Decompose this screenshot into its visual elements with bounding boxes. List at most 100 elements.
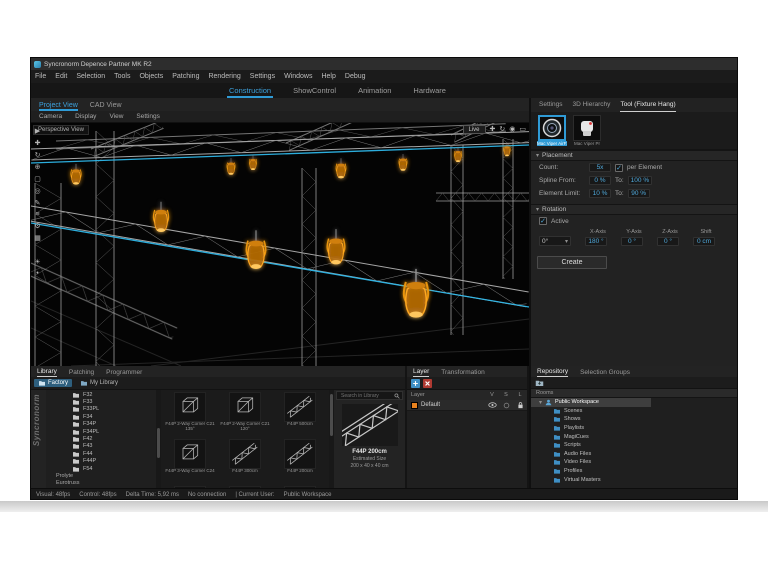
tab-layer[interactable]: Layer xyxy=(413,368,430,377)
draw-tool-icon[interactable]: ✎ xyxy=(35,199,41,207)
count-field[interactable]: 5x xyxy=(589,163,611,172)
repo-item[interactable]: Video Files xyxy=(531,458,737,467)
tab-showcontrol[interactable]: ShowControl xyxy=(291,84,338,98)
menu-file[interactable]: File xyxy=(35,73,46,80)
tree-item[interactable]: F34P xyxy=(46,421,156,428)
tab-patching[interactable]: Patching xyxy=(69,369,94,377)
tree-item[interactable]: F44P xyxy=(46,458,156,465)
menu-patching[interactable]: Patching xyxy=(172,73,199,80)
tab-hardware[interactable]: Hardware xyxy=(411,84,448,98)
add-layer-button[interactable] xyxy=(411,378,420,388)
y-axis-field[interactable]: 0 ° xyxy=(621,236,643,246)
tab-construction[interactable]: Construction xyxy=(227,84,274,98)
viewport-3d-scene[interactable] xyxy=(31,123,529,366)
library-item[interactable]: F44P 2-Way Corner C21 135° xyxy=(163,392,217,438)
repo-item[interactable]: Profiles xyxy=(531,467,737,476)
tree-item[interactable]: F43 xyxy=(46,443,156,450)
tree-item[interactable]: F32 xyxy=(46,391,156,398)
library-search[interactable] xyxy=(336,391,403,400)
limit-from-field[interactable]: 10 % xyxy=(589,189,611,198)
delete-layer-button[interactable] xyxy=(423,378,432,388)
layer-row[interactable]: Default xyxy=(407,400,527,411)
tree-item[interactable]: F33PL xyxy=(46,406,156,413)
menu-help[interactable]: Help xyxy=(321,73,335,80)
selectable-toggle[interactable] xyxy=(499,402,513,409)
factory-source-button[interactable]: Factory xyxy=(34,379,73,387)
gear-tool-icon[interactable]: ⚙ xyxy=(34,222,40,230)
subtab-settings[interactable]: Settings xyxy=(136,113,160,120)
library-item[interactable]: F44P 200cm xyxy=(273,439,327,485)
repo-item[interactable]: Audio Files xyxy=(531,450,737,459)
menu-objects[interactable]: Objects xyxy=(139,73,163,80)
pan-icon[interactable]: ✚ xyxy=(490,126,496,134)
tree-item[interactable]: F33 xyxy=(46,398,156,405)
repo-item[interactable]: MagiCues xyxy=(531,432,737,441)
placement-section-header[interactable]: ▾ Placement xyxy=(531,150,737,161)
measure-tool-icon[interactable]: ≡ xyxy=(35,211,39,218)
grid-scrollbar[interactable] xyxy=(329,390,334,488)
menu-rendering[interactable]: Rendering xyxy=(208,73,240,80)
orbit-icon[interactable]: ↻ xyxy=(499,126,505,134)
tab-selection-groups[interactable]: Selection Groups xyxy=(580,369,630,377)
tab-repository[interactable]: Repository xyxy=(537,368,569,377)
viewport-3d[interactable]: Perspective View Live ✚ ↻ ◉ ▭ ▶ ✚ ↻ ⊕ ▢ … xyxy=(31,123,529,366)
lamp-icon[interactable]: ◉ xyxy=(509,126,515,134)
rotation-preset-dropdown[interactable]: 0° ▾ xyxy=(539,236,571,246)
library-item[interactable]: F44P 500cm xyxy=(273,392,327,438)
repo-item[interactable]: Shows xyxy=(531,415,737,424)
import-workspace-icon[interactable] xyxy=(535,379,544,387)
tree-category[interactable]: Eurotruss xyxy=(46,480,156,487)
move-tool-icon[interactable]: ✚ xyxy=(35,139,41,147)
rotation-active-checkbox[interactable]: ✓ xyxy=(539,217,547,225)
mylibrary-source-button[interactable]: My Library xyxy=(76,379,122,387)
fixture-thumb-2[interactable]: Mac Viper Pr xyxy=(572,115,602,146)
layer-color-swatch[interactable] xyxy=(411,401,418,409)
repo-item[interactable]: Virtual Masters xyxy=(531,475,737,484)
workspace-root-row[interactable]: ▾ Public Workspace xyxy=(531,398,651,407)
rotation-section-header[interactable]: ▾ Rotation xyxy=(531,204,737,215)
tab-tool-fixture-hang[interactable]: Tool (Fixture Hang) xyxy=(620,101,676,112)
brightness-icon[interactable]: ☀ xyxy=(34,258,40,266)
tab-animation[interactable]: Animation xyxy=(356,84,393,98)
repo-item[interactable]: Scenes xyxy=(531,407,737,416)
subtab-display[interactable]: Display xyxy=(75,113,96,120)
create-button[interactable]: Create xyxy=(537,256,607,269)
library-item[interactable]: F44P 2-Way Corner C21 120° xyxy=(218,392,272,438)
spline-from-field[interactable]: 0 % xyxy=(589,176,611,185)
menu-selection[interactable]: Selection xyxy=(76,73,105,80)
lock-toggle[interactable] xyxy=(513,401,527,409)
subtab-view[interactable]: View xyxy=(109,113,123,120)
add-object-icon[interactable]: ⊕ xyxy=(35,163,41,171)
menu-windows[interactable]: Windows xyxy=(284,73,312,80)
fixture-thumb-1[interactable]: Mac Viper AirFX xyxy=(537,115,567,146)
search-input[interactable] xyxy=(339,391,392,400)
library-item[interactable]: F44P 300cm xyxy=(218,439,272,485)
z-axis-field[interactable]: 0 ° xyxy=(657,236,679,246)
tab-3d-hierarchy[interactable]: 3D Hierarchy xyxy=(573,101,611,112)
tab-project-view[interactable]: Project View xyxy=(39,102,78,111)
repo-item[interactable]: Playlists xyxy=(531,424,737,433)
tab-library[interactable]: Library xyxy=(37,368,57,377)
shift-field[interactable]: 0 cm xyxy=(693,236,715,246)
x-axis-field[interactable]: 180 ° xyxy=(585,236,607,246)
menu-tools[interactable]: Tools xyxy=(114,73,130,80)
subtab-camera[interactable]: Camera xyxy=(39,113,62,120)
menu-edit[interactable]: Edit xyxy=(55,73,67,80)
box-tool-icon[interactable]: ▢ xyxy=(34,175,41,183)
camera-tool-icon[interactable]: ◎ xyxy=(34,187,40,195)
library-item[interactable]: F44P 3-Way Corner C24 xyxy=(163,439,217,485)
select-tool-icon[interactable]: ▶ xyxy=(35,127,40,135)
tab-transformation[interactable]: Transformation xyxy=(441,369,484,377)
spline-to-field[interactable]: 100 % xyxy=(627,176,653,185)
menu-settings[interactable]: Settings xyxy=(250,73,275,80)
title-bar[interactable]: Syncronorm Depence Partner MK R2 xyxy=(31,58,737,70)
repo-item[interactable]: Scripts xyxy=(531,441,737,450)
per-element-checkbox[interactable]: ✓ xyxy=(615,163,623,172)
tree-scrollbar[interactable] xyxy=(156,390,161,488)
live-button[interactable]: Live xyxy=(462,125,486,134)
display-icon[interactable]: ▭ xyxy=(519,126,526,134)
menu-debug[interactable]: Debug xyxy=(345,73,366,80)
tab-cad-view[interactable]: CAD View xyxy=(90,102,122,111)
limit-to-field[interactable]: 90 % xyxy=(627,189,650,198)
grid-tool-icon[interactable]: ▦ xyxy=(34,234,41,242)
